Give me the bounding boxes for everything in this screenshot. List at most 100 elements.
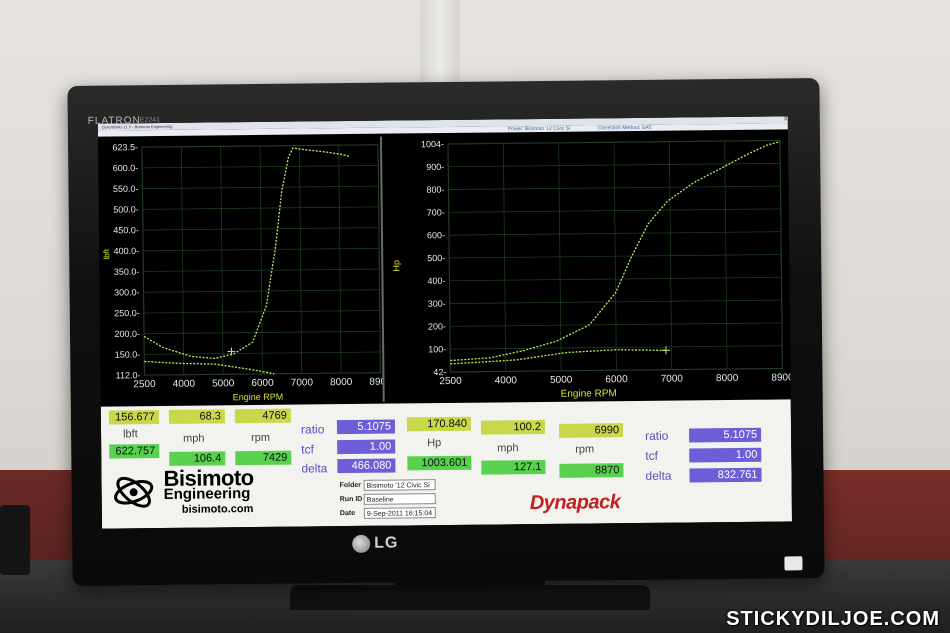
power-y-tick: 900- bbox=[426, 162, 444, 172]
mph-cursor-value-right: 100.2 bbox=[480, 419, 546, 435]
ratio-value-left: 5.1075 bbox=[336, 419, 396, 435]
mph-label: mph bbox=[183, 432, 205, 445]
torque-trace-secondary bbox=[144, 360, 275, 375]
rpm-cursor-value-right: 6990 bbox=[558, 423, 624, 438]
dynapack-logo: Dynapack bbox=[529, 491, 621, 515]
bisimoto-url: bisimoto.com bbox=[181, 503, 254, 516]
power-x-tick: 5000 bbox=[550, 375, 573, 386]
torque-graph[interactable]: lbft Engine RPM 623.5- 600.0- 550.0- 500.0-… bbox=[97, 136, 392, 405]
ratio-label-right: ratio bbox=[645, 428, 669, 443]
torque-gridline bbox=[298, 145, 303, 374]
power-x-tick: 4000 bbox=[495, 375, 518, 386]
folder-field[interactable]: Bisimoto '12 Civic Si bbox=[363, 479, 436, 491]
torque-gridline bbox=[141, 147, 145, 376]
monitor: FLATRON E2241 LG DynoWorks 11.0 - Bisimo… bbox=[67, 78, 825, 586]
torque-y-tick: 450.0- bbox=[113, 225, 139, 235]
power-y-axis-label: Hp bbox=[391, 260, 401, 272]
torque-y-tick: 500.0- bbox=[113, 204, 139, 214]
lbft-peak-value: 622.757 bbox=[109, 444, 160, 459]
torque-x-tick: 6000 bbox=[251, 378, 274, 389]
date-field: 9-Sep-2011 16:15:04 bbox=[363, 507, 436, 519]
power-y-tick: 100- bbox=[428, 344, 446, 354]
power-x-tick: 2500 bbox=[439, 376, 462, 387]
power-y-tick: 300- bbox=[428, 299, 446, 309]
mph-label-right: mph bbox=[497, 442, 519, 455]
rpm-peak-value: 7429 bbox=[235, 450, 292, 466]
torque-gridline bbox=[259, 145, 263, 374]
power-y-tick: 500- bbox=[427, 253, 445, 263]
torque-y-tick: 300.0- bbox=[114, 287, 140, 297]
power-y-tick: 600- bbox=[427, 230, 445, 240]
hp-cursor-value: 170.840 bbox=[406, 416, 472, 432]
folder-label: Folder bbox=[339, 481, 362, 490]
torque-cursor-marker bbox=[227, 347, 236, 356]
monitor-stand-base bbox=[290, 585, 650, 610]
torque-x-tick: 8900 bbox=[369, 377, 382, 388]
power-y-tick: 700- bbox=[427, 207, 445, 217]
delta-label-right: delta bbox=[645, 468, 672, 483]
bisimoto-mark-icon bbox=[114, 476, 154, 508]
lbft-cursor-value: 156.677 bbox=[108, 410, 159, 425]
power-y-tick: 1004- bbox=[421, 139, 444, 149]
torque-gridline bbox=[220, 146, 224, 375]
tool-object bbox=[0, 505, 30, 575]
torque-y-tick: 600.0- bbox=[113, 163, 139, 173]
tcf-value-right: 1.00 bbox=[689, 447, 762, 463]
watermark: STICKYDILJOE.COM bbox=[726, 608, 940, 630]
hp-peak-value: 1003.601 bbox=[407, 455, 472, 471]
torque-y-tick: 623.5- bbox=[112, 142, 138, 152]
power-x-tick: 8000 bbox=[716, 373, 739, 384]
tcf-label-left: tcf bbox=[301, 442, 314, 457]
torque-gridline bbox=[338, 145, 342, 374]
torque-y-tick: 200.0- bbox=[114, 329, 140, 339]
power-y-tick: 800- bbox=[426, 185, 444, 195]
torque-y-tick: 400.0- bbox=[114, 246, 140, 256]
bisimoto-logo: Bisimoto Engineering bisimoto.com bbox=[109, 464, 330, 522]
rpm-cursor-value: 4769 bbox=[234, 408, 291, 424]
tcf-value-left: 1.00 bbox=[337, 439, 396, 455]
correction-status: Correction Method: SAE bbox=[597, 124, 652, 132]
torque-y-tick: 250.0- bbox=[114, 308, 140, 318]
bisimoto-subtitle: Engineering bbox=[163, 485, 251, 503]
torque-x-tick: 2500 bbox=[133, 379, 156, 390]
monitor-logo-text: LG bbox=[374, 534, 399, 552]
torque-chart-svg: lbft Engine RPM 623.5- 600.0- 550.0- 500.0-… bbox=[102, 142, 392, 402]
power-x-tick: 8900 bbox=[771, 372, 790, 383]
mph-peak-value: 106.4 bbox=[169, 451, 226, 466]
close-button[interactable]: X bbox=[784, 116, 788, 123]
power-y-tick: 200- bbox=[428, 321, 446, 331]
lbft-label: lbft bbox=[122, 428, 138, 441]
torque-trace bbox=[143, 147, 351, 360]
lg-logo-icon bbox=[352, 534, 371, 553]
torque-y-tick: 550.0- bbox=[113, 184, 139, 194]
tcf-label-right: tcf bbox=[645, 448, 659, 463]
rpm-label: rpm bbox=[251, 431, 271, 445]
torque-y-tick: 350.0- bbox=[114, 267, 140, 277]
power-x-tick: 6000 bbox=[605, 374, 628, 385]
torque-y-tick: 150.0- bbox=[115, 349, 141, 359]
power-status: Power: Bisimoto '12 Civic Si bbox=[507, 125, 571, 133]
window-title: DynoWorks 11.0 - Bisimoto Engineering bbox=[101, 123, 173, 130]
date-label: Date bbox=[339, 509, 356, 518]
mph-peak-value-right: 127.1 bbox=[481, 459, 546, 475]
torque-x-tick: 8000 bbox=[330, 377, 353, 388]
screen: DynoWorks 11.0 - Bisimoto Engineering X … bbox=[97, 116, 793, 529]
ratio-label-left: ratio bbox=[300, 422, 325, 437]
power-x-tick: 7000 bbox=[661, 374, 684, 385]
energy-badge bbox=[784, 556, 803, 571]
readout-panel: 156.677 68.3 4769 lbft mph rpm 622.757 1… bbox=[100, 399, 793, 529]
power-trace-secondary bbox=[450, 349, 667, 365]
hp-label: Hp bbox=[427, 437, 442, 450]
torque-gridline bbox=[180, 146, 185, 375]
power-graph[interactable]: Hp Engine RPM 1004- 900- 800- 700- 600- 500- 4… bbox=[387, 132, 792, 402]
power-y-tick: 400- bbox=[427, 276, 445, 286]
run-id-field[interactable]: Baseline bbox=[363, 493, 436, 505]
torque-x-tick: 4000 bbox=[173, 379, 196, 390]
rpm-peak-value-right: 8870 bbox=[559, 463, 624, 478]
torque-gridline bbox=[377, 144, 381, 373]
ratio-value-right: 5.1075 bbox=[689, 427, 762, 443]
delta-value-right: 832.761 bbox=[689, 467, 762, 483]
torque-x-tick: 7000 bbox=[291, 377, 314, 388]
run-id-label: Run ID bbox=[339, 495, 363, 504]
torque-y-axis-label: lbft bbox=[102, 248, 111, 260]
